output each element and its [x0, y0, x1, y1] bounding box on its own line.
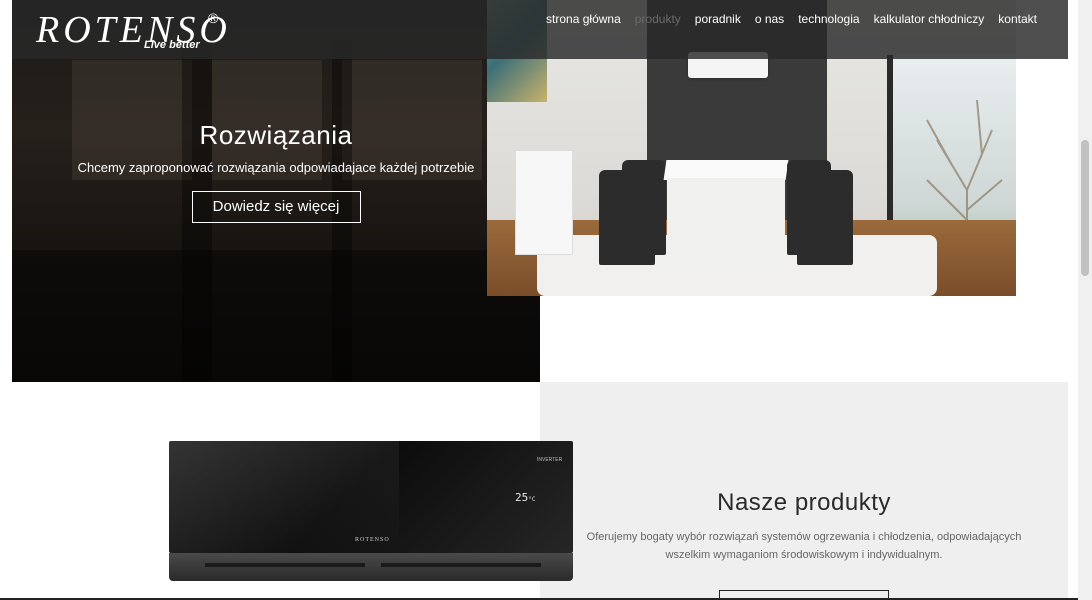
logo-tagline: Live better — [144, 39, 200, 51]
scrollbar-thumb[interactable] — [1081, 140, 1089, 276]
ac-temperature-display: 25°C — [515, 491, 535, 504]
dining-table — [667, 178, 785, 273]
dining-table-top — [663, 160, 789, 180]
ac-front-panel: INVERTER 25°C ROTENSO — [169, 441, 573, 553]
logo-wordmark: ROTENSO — [36, 9, 231, 51]
ac-brand-label: ROTENSO — [355, 537, 390, 543]
ac-vent-slot — [205, 563, 365, 567]
ac-temperature-unit: °C — [528, 496, 536, 503]
hero-content: Rozwiązania Chcemy zaproponować rozwiąza… — [12, 120, 540, 223]
nav-contact[interactable]: kontakt — [991, 9, 1044, 29]
main-nav: strona główna produkty poradnik o nas te… — [539, 9, 1044, 29]
registered-mark: ® — [208, 10, 219, 26]
sideboard — [515, 150, 573, 255]
dining-chair — [797, 170, 853, 265]
page-scrollbar[interactable] — [1078, 0, 1092, 600]
dining-chair — [622, 160, 666, 255]
products-description: Oferujemy bogaty wybór rozwiązań systemó… — [586, 531, 1022, 561]
ac-inverter-badge: INVERTER — [537, 457, 563, 463]
nav-technology[interactable]: technologia — [791, 9, 866, 29]
ac-vent-slot — [381, 563, 541, 567]
site-header: ROTENSO ® Live better strona główna prod… — [12, 0, 1068, 59]
ac-temperature-value: 25 — [515, 491, 529, 504]
nav-guide[interactable]: poradnik — [688, 9, 748, 29]
nav-home[interactable]: strona główna — [539, 9, 628, 29]
nav-calculator[interactable]: kalkulator chłodniczy — [867, 9, 992, 29]
nav-products[interactable]: produkty — [628, 9, 688, 29]
ac-bottom-vent — [169, 553, 573, 581]
rotenso-logo[interactable]: ROTENSO ® Live better — [32, 8, 232, 54]
learn-more-button[interactable]: Dowiedz się więcej — [191, 191, 361, 223]
hero-subtitle: Chcemy zaproponować rozwiązania odpowiad… — [77, 160, 475, 175]
hero-title: Rozwiązania — [199, 120, 353, 150]
product-ac-image: INVERTER 25°C ROTENSO — [169, 441, 573, 581]
products-title: Nasze produkty — [717, 489, 891, 516]
nav-about[interactable]: o nas — [748, 9, 791, 29]
